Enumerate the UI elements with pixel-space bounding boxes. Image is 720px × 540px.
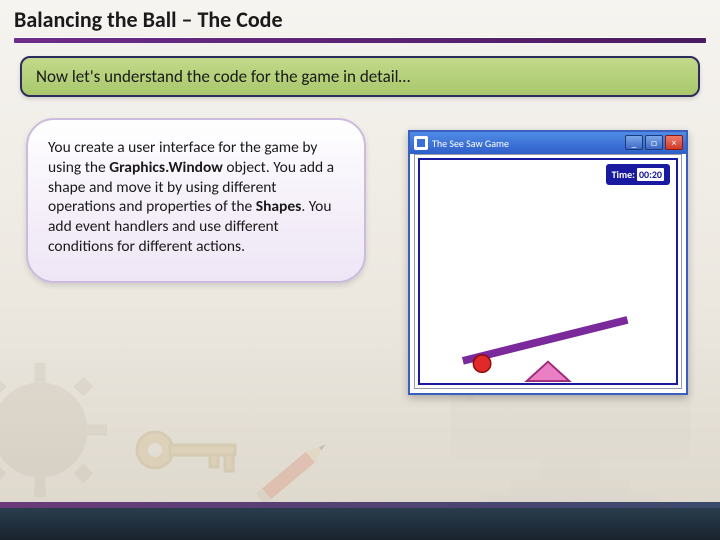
game-canvas: Time:00:20 [418, 158, 678, 385]
close-icon: × [672, 136, 677, 149]
intro-text: Now let's understand the code for the ga… [36, 66, 410, 87]
minimize-button[interactable]: _ [625, 135, 643, 150]
desc-bold2: Shapes [256, 197, 302, 216]
intro-callout: Now let's understand the code for the ga… [20, 56, 700, 97]
maximize-button[interactable]: □ [645, 135, 663, 150]
game-scene [420, 160, 676, 383]
title-area: Balancing the Ball – The Code [0, 0, 720, 43]
slide: 4 Balancing the Ball – The Code Now let'… [0, 0, 720, 540]
page-title: Balancing the Ball – The Code [14, 6, 706, 33]
maximize-icon: □ [651, 136, 657, 149]
key-icon [130, 420, 250, 480]
pencil-icon [251, 430, 339, 511]
title-underline [14, 37, 706, 43]
fulcrum-shape [527, 362, 570, 381]
window-title: The See Saw Game [432, 137, 509, 150]
window-titlebar: The See Saw Game _ □ × [410, 132, 686, 154]
desc-bold1: Graphics.Window [109, 158, 223, 177]
game-window: The See Saw Game _ □ × Time:00:20 [408, 130, 688, 395]
description-box: You create a user interface for the game… [26, 118, 366, 283]
footer-bar [0, 506, 720, 540]
close-button[interactable]: × [665, 135, 683, 150]
gear-icon [0, 360, 110, 500]
window-client: Time:00:20 [414, 154, 682, 389]
app-icon [414, 136, 428, 150]
minimize-icon: _ [632, 136, 637, 149]
ball-shape [473, 355, 490, 372]
window-buttons: _ □ × [625, 135, 683, 150]
